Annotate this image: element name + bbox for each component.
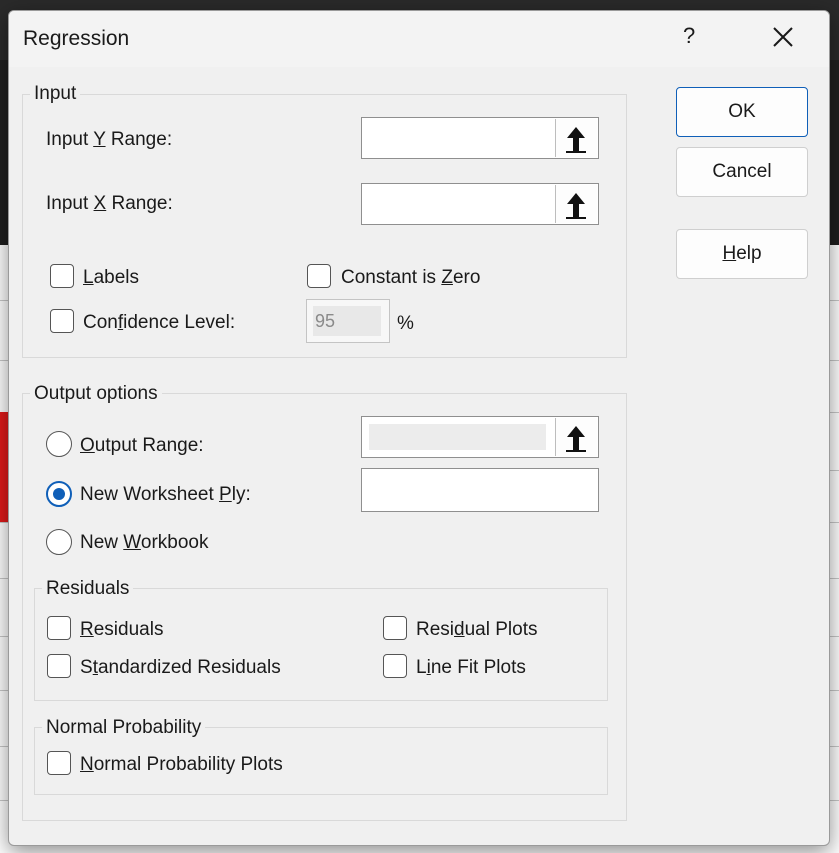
ok-button[interactable]: OK bbox=[676, 87, 808, 137]
standardized-residuals-label: Standardized Residuals bbox=[80, 657, 281, 678]
input-y-range-label: Input Y Range: bbox=[46, 129, 173, 150]
normal-probability-plots-checkbox[interactable] bbox=[47, 751, 71, 775]
up-arrow-icon bbox=[566, 127, 586, 153]
title-bar: Regression ? bbox=[9, 11, 829, 67]
output-range-picker[interactable] bbox=[555, 418, 597, 456]
residuals-group bbox=[34, 588, 608, 701]
input-x-range-label: Input X Range: bbox=[46, 193, 173, 214]
line-fit-plots-label: Line Fit Plots bbox=[416, 657, 526, 678]
residual-plots-checkbox[interactable] bbox=[383, 616, 407, 640]
constant-zero-label: Constant is Zero bbox=[341, 267, 481, 288]
output-options-legend: Output options bbox=[30, 383, 162, 405]
confidence-level-value: 95 bbox=[315, 311, 336, 331]
dialog-title: Regression bbox=[23, 27, 130, 50]
new-worksheet-ply-label: New Worksheet Ply: bbox=[80, 484, 251, 505]
normal-probability-plots-label: Normal Probability Plots bbox=[80, 754, 283, 775]
residuals-legend: Residuals bbox=[42, 578, 134, 600]
confidence-level-input[interactable]: 95 bbox=[306, 299, 390, 343]
percent-sign: % bbox=[397, 313, 414, 334]
output-range-field[interactable] bbox=[361, 416, 599, 458]
up-arrow-icon bbox=[566, 193, 586, 219]
new-worksheet-ply-input[interactable] bbox=[361, 468, 599, 512]
up-arrow-icon bbox=[566, 426, 586, 452]
constant-zero-checkbox[interactable] bbox=[307, 264, 331, 288]
labels-label: Labels bbox=[83, 267, 139, 288]
residuals-label: Residuals bbox=[80, 619, 164, 640]
new-workbook-label: New Workbook bbox=[80, 532, 209, 553]
line-fit-plots-checkbox[interactable] bbox=[383, 654, 407, 678]
close-icon[interactable] bbox=[767, 21, 799, 53]
new-workbook-radio[interactable] bbox=[46, 529, 72, 555]
standardized-residuals-checkbox[interactable] bbox=[47, 654, 71, 678]
input-x-range-field[interactable] bbox=[361, 183, 599, 225]
confidence-level-label: Confidence Level: bbox=[83, 312, 236, 333]
input-legend: Input bbox=[30, 83, 81, 105]
cancel-button[interactable]: Cancel bbox=[676, 147, 808, 197]
new-worksheet-ply-radio[interactable] bbox=[46, 481, 72, 507]
help-button[interactable]: Help bbox=[676, 229, 808, 279]
regression-dialog: Regression ? Input Input Y Range: Input … bbox=[8, 10, 830, 846]
help-question-button[interactable]: ? bbox=[683, 23, 695, 49]
confidence-level-checkbox[interactable] bbox=[50, 309, 74, 333]
labels-checkbox[interactable] bbox=[50, 264, 74, 288]
residual-plots-label: Residual Plots bbox=[416, 619, 538, 640]
output-range-label: Output Range: bbox=[80, 435, 204, 456]
residuals-checkbox[interactable] bbox=[47, 616, 71, 640]
input-y-range-field[interactable] bbox=[361, 117, 599, 159]
output-range-radio[interactable] bbox=[46, 431, 72, 457]
input-y-range-picker[interactable] bbox=[555, 119, 597, 157]
normal-probability-legend: Normal Probability bbox=[42, 717, 206, 739]
input-x-range-picker[interactable] bbox=[555, 185, 597, 223]
